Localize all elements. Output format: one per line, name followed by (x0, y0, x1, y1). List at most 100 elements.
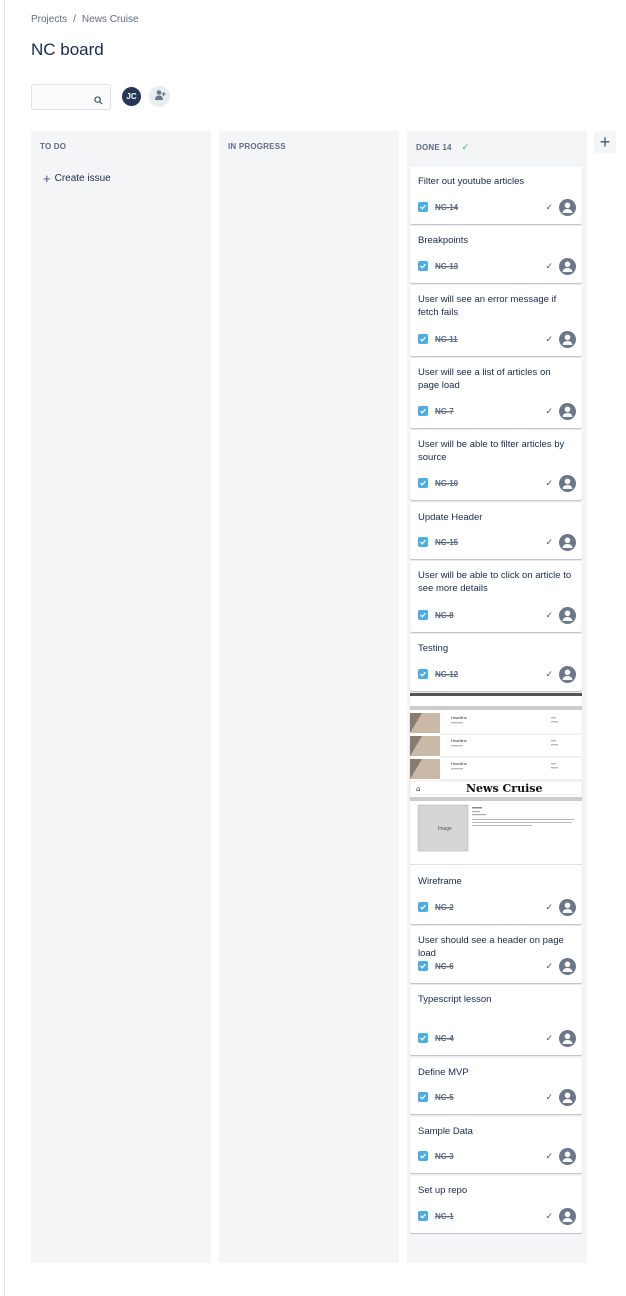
person-icon[interactable] (559, 1207, 576, 1225)
issue-title: Wireframe (418, 876, 462, 887)
wireframe-thumbnail[interactable]: Headline Headline Headline ⌂ News Cruise (410, 693, 582, 865)
checkbox-icon (418, 1211, 428, 1221)
breadcrumb-projects[interactable]: Projects (31, 14, 67, 25)
issue-meta: NC-14 ✓ (418, 198, 576, 216)
person-icon[interactable] (559, 330, 576, 348)
issue-card[interactable]: Typescript lesson NC-4 ✓ (410, 985, 582, 1055)
checkbox-icon (418, 478, 428, 488)
issue-key[interactable]: NC-6 (435, 962, 454, 971)
person-icon[interactable] (559, 1147, 576, 1165)
create-issue-label: Create issue (54, 173, 111, 184)
checkbox-icon (418, 961, 428, 971)
person-icon[interactable] (559, 1029, 576, 1047)
issue-card[interactable]: Filter out youtube articles NC-14 ✓ (410, 167, 582, 224)
check-icon: ✓ (461, 142, 470, 152)
plus-icon: + (599, 131, 611, 152)
check-icon: ✓ (545, 1210, 553, 1221)
issue-card[interactable]: User will be able to filter articles by … (410, 430, 582, 500)
checkbox-icon (418, 1151, 428, 1161)
person-icon[interactable] (559, 257, 576, 275)
issue-title: Sample Data (418, 1126, 473, 1137)
search-box[interactable] (31, 84, 111, 110)
issue-title: Breakpoints (418, 235, 469, 246)
checkbox-icon (418, 610, 428, 620)
check-icon: ✓ (545, 477, 553, 488)
person-icon[interactable] (559, 474, 576, 492)
check-icon: ✓ (545, 1032, 553, 1043)
issue-key[interactable]: NC-5 (435, 1093, 454, 1102)
column-title: IN PROGRESS (228, 142, 286, 151)
issue-key[interactable]: NC-13 (435, 262, 458, 271)
issue-meta: NC-8 ✓ (418, 606, 576, 624)
issue-card[interactable]: Breakpoints NC-13 ✓ (410, 226, 582, 283)
check-icon: ✓ (545, 1150, 553, 1161)
create-issue-button[interactable]: + Create issue (43, 170, 111, 186)
svg-text:⌂: ⌂ (416, 785, 420, 793)
issue-meta: NC-7 ✓ (418, 402, 576, 420)
breadcrumb-separator: / (73, 14, 76, 25)
person-icon[interactable] (559, 606, 576, 624)
person-icon[interactable] (559, 198, 576, 216)
avatar[interactable]: JC (121, 86, 142, 107)
person-icon[interactable] (559, 665, 576, 683)
issue-title: Testing (418, 643, 449, 654)
checkbox-icon (418, 537, 428, 547)
issue-key[interactable]: NC-7 (435, 407, 454, 416)
issue-title: User will see an error message if fetch … (418, 294, 557, 318)
wireframe-headline: Headline (451, 738, 468, 743)
person-icon[interactable] (559, 402, 576, 420)
check-icon: ✓ (545, 536, 553, 547)
issue-key[interactable]: NC-3 (435, 1152, 454, 1161)
issue-title: Set up repo (418, 1185, 468, 1196)
column-todo: TO DO + Create issue (31, 131, 211, 1263)
check-icon: ✓ (545, 333, 553, 344)
issue-meta: NC-2 ✓ (418, 898, 576, 916)
issue-key[interactable]: NC-1 (435, 1212, 454, 1221)
check-icon: ✓ (545, 668, 553, 679)
column-header-in-progress: IN PROGRESS (228, 142, 286, 151)
checkbox-icon (418, 902, 428, 912)
issue-key[interactable]: NC-2 (435, 903, 454, 912)
person-icon[interactable] (559, 1088, 576, 1106)
issue-card[interactable]: Set up repo NC-1 ✓ (410, 1176, 582, 1233)
person-icon[interactable] (559, 533, 576, 551)
left-divider (4, 0, 5, 1296)
issue-key[interactable]: NC-14 (435, 203, 458, 212)
column-title: DONE 14 (416, 143, 452, 152)
checkbox-icon (418, 202, 428, 212)
issue-meta: NC-10 ✓ (418, 474, 576, 492)
column-title: TO DO (40, 142, 67, 151)
add-people-button[interactable] (149, 86, 170, 107)
column-header-todo: TO DO (40, 142, 66, 151)
issue-key[interactable]: NC-12 (435, 670, 458, 679)
person-icon[interactable] (559, 957, 576, 975)
issue-card[interactable]: Update Header NC-15 ✓ (410, 503, 582, 559)
issue-card[interactable]: Headline Headline Headline ⌂ News Cruise (410, 693, 582, 924)
check-icon: ✓ (545, 1091, 553, 1102)
add-column-button[interactable]: + (594, 131, 616, 153)
issue-card[interactable]: User will see an error message if fetch … (410, 285, 582, 356)
issue-card[interactable]: User should see a header on page load NC… (410, 926, 582, 983)
issue-card[interactable]: Sample Data NC-3 ✓ (410, 1117, 582, 1173)
issue-meta: NC-5 ✓ (418, 1088, 576, 1106)
issue-key[interactable]: NC-4 (435, 1034, 454, 1043)
issue-key[interactable]: NC-10 (435, 479, 458, 488)
column-in-progress: IN PROGRESS (219, 131, 399, 1263)
issue-title: Filter out youtube articles (418, 176, 525, 187)
check-icon: ✓ (545, 609, 553, 620)
person-icon[interactable] (559, 898, 576, 916)
issue-title: Define MVP (418, 1067, 469, 1078)
check-icon: ✓ (545, 260, 553, 271)
issue-key[interactable]: NC-11 (435, 335, 458, 344)
issue-card[interactable]: User will be able to click on article to… (410, 561, 582, 632)
issue-key[interactable]: NC-15 (435, 538, 458, 547)
issue-card[interactable]: User will see a list of articles on page… (410, 358, 582, 428)
issue-card[interactable]: Define MVP NC-5 ✓ (410, 1058, 582, 1114)
breadcrumb-project[interactable]: News Cruise (82, 14, 139, 25)
add-people-icon (154, 88, 166, 106)
issue-card[interactable]: Testing NC-12 ✓ (410, 634, 582, 691)
issue-key[interactable]: NC-8 (435, 611, 454, 620)
search-input[interactable] (32, 85, 92, 109)
plus-icon: + (43, 170, 51, 186)
wireframe-headline: Headline (451, 715, 468, 720)
